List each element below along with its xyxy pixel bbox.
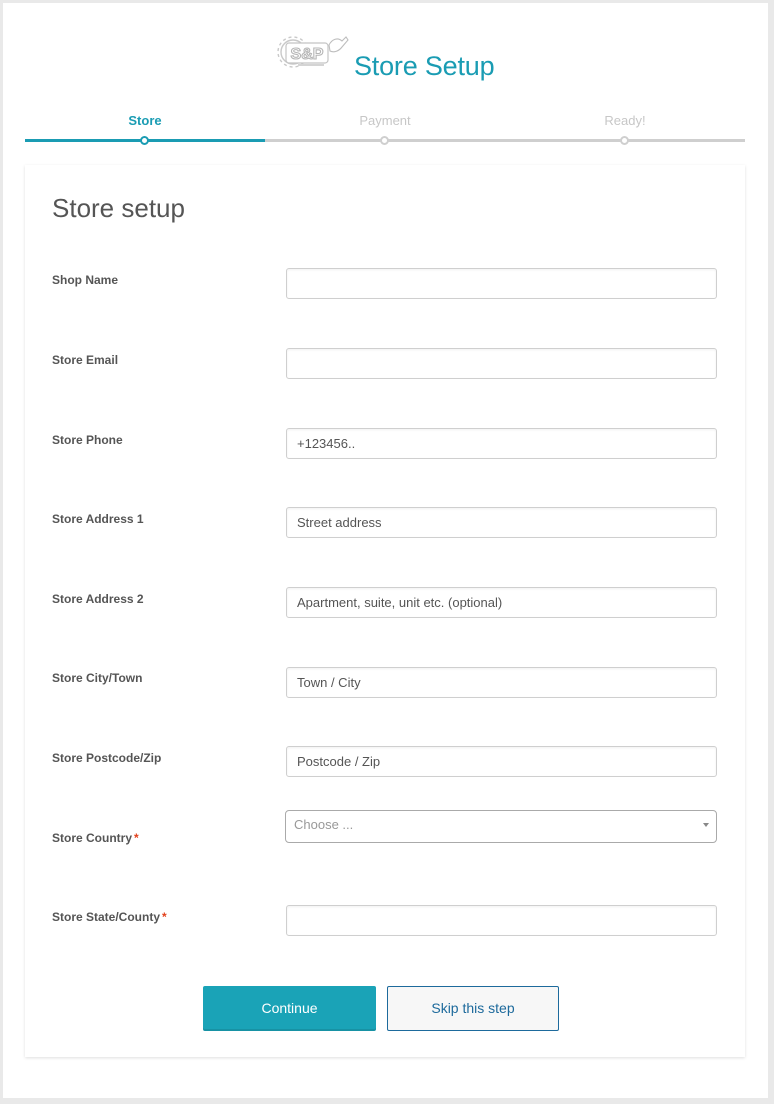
svg-text:S&P: S&P — [291, 46, 324, 63]
step-ready-label: Ready! — [604, 113, 646, 128]
store-postcode-label: Store Postcode/Zip — [52, 751, 162, 765]
required-marker: * — [134, 831, 139, 845]
store-country-select[interactable]: Choose ... — [285, 810, 717, 843]
store-country-label: Store Country * — [52, 831, 139, 845]
dropdown-arrow-icon — [703, 823, 709, 827]
store-email-label: Store Email — [52, 353, 119, 367]
required-marker: * — [162, 910, 167, 924]
store-setup-card: Store setup Shop Name Store Email Store … — [25, 165, 745, 1057]
store-country-label-text: Store Country — [52, 831, 133, 845]
store-phone-input[interactable] — [286, 428, 717, 459]
store-country-selected-value: Choose ... — [294, 817, 354, 832]
step-payment-label: Payment — [359, 113, 411, 128]
step-store-label: Store — [128, 113, 162, 128]
store-state-label: Store State/County * — [52, 910, 167, 924]
setup-steps: Store Payment Ready! — [25, 108, 745, 148]
step-payment-dot — [380, 136, 389, 145]
brand-logo: S&P — [277, 36, 349, 68]
shop-name-label: Shop Name — [52, 273, 119, 287]
setup-page: S&P Store Setup Store Payment Ready! Sto… — [3, 3, 768, 1098]
store-state-label-text: Store State/County — [52, 910, 161, 924]
step-store-dot — [140, 136, 149, 145]
store-address2-label: Store Address 2 — [52, 592, 144, 606]
store-city-label: Store City/Town — [52, 671, 143, 685]
step-remaining-progress — [265, 139, 745, 142]
store-address1-label: Store Address 1 — [52, 512, 144, 526]
store-postcode-input[interactable] — [286, 746, 717, 777]
store-email-input[interactable] — [286, 348, 717, 379]
store-state-input[interactable] — [286, 905, 717, 936]
page-title: Store Setup — [354, 51, 495, 81]
store-city-input[interactable] — [286, 667, 717, 698]
store-address1-input[interactable] — [286, 507, 717, 538]
shop-name-input[interactable] — [286, 268, 717, 299]
store-phone-label: Store Phone — [52, 433, 123, 447]
skip-step-button[interactable]: Skip this step — [387, 986, 559, 1031]
continue-button[interactable]: Continue — [203, 986, 376, 1031]
store-address2-input[interactable] — [286, 587, 717, 618]
step-ready-dot — [620, 136, 629, 145]
form-title: Store setup — [52, 193, 185, 223]
